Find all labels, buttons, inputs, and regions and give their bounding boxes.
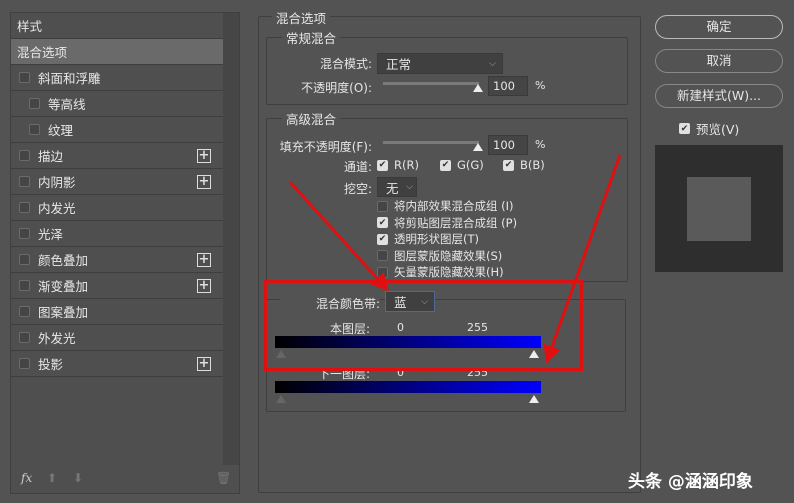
annotation-arrows <box>288 154 622 364</box>
watermark: 头条 @涵涵印象 <box>628 472 753 492</box>
arrow-to-blend-if <box>288 180 390 292</box>
arrow-to-slider <box>543 154 622 364</box>
